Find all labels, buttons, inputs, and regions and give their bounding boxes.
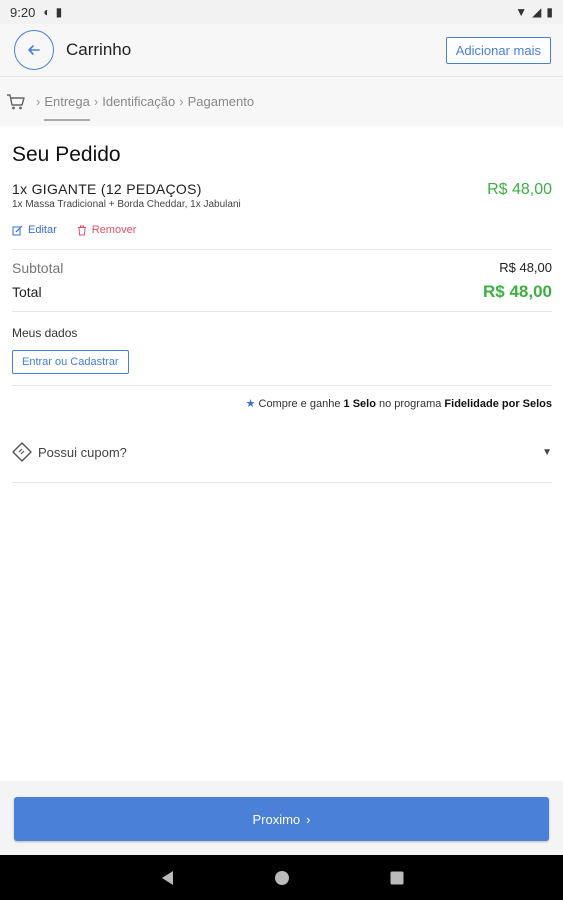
next-button[interactable]: Proximo › (14, 797, 549, 841)
arrow-left-icon (28, 45, 40, 55)
item-name: 1x GIGANTE (12 PEDAÇOS) (12, 181, 202, 197)
sync-icon: ◐ (43, 5, 51, 19)
loyalty-banner: ★ Compre e ganhe 1 Selo no programa Fide… (12, 397, 552, 410)
step-pagamento[interactable]: Pagamento (188, 94, 255, 109)
star-icon: ★ (245, 398, 256, 410)
login-register-button[interactable]: Entrar ou Cadastrar (12, 350, 129, 374)
step-identificacao[interactable]: Identificação (102, 94, 175, 109)
loyalty-middle: no programa (378, 398, 442, 410)
cart-icon (6, 93, 26, 111)
total-label: Total (12, 284, 42, 300)
app-header: Carrinho Adicionar mais (0, 24, 563, 76)
back-button[interactable] (14, 30, 54, 70)
status-bar: 9:20 ◐ ▮ ▼ ◢ ▮ (0, 0, 563, 24)
coupon-tag-icon (12, 442, 32, 462)
recents-nav-icon[interactable] (390, 871, 404, 885)
footer-bar: Proximo › (0, 781, 563, 855)
signal-icon: ◢ (532, 5, 542, 19)
status-time: 9:20 (10, 4, 36, 20)
divider (12, 385, 552, 386)
trash-icon (77, 225, 86, 235)
page-title: Carrinho (66, 40, 132, 59)
subtotal-value: R$ 48,00 (499, 260, 552, 275)
order-item: 1x GIGANTE (12 PEDAÇOS) 1x Massa Tradici… (12, 181, 552, 210)
item-actions: Editar Remover (12, 224, 552, 236)
loyalty-prefix: Compre e ganhe (258, 398, 341, 410)
item-price: R$ 48,00 (487, 181, 552, 198)
coupon-toggle[interactable]: Possui cupom? ▼ (12, 442, 552, 462)
checkout-steps: › Entrega › Identificação › Pagamento (0, 76, 563, 126)
coupon-label: Possui cupom? (38, 444, 127, 460)
loyalty-program: Fidelidade por Selos (444, 398, 552, 410)
remove-button[interactable]: Remover (77, 224, 137, 236)
divider (12, 249, 552, 250)
chevron-right-icon: › (306, 811, 311, 827)
loyalty-reward: 1 Selo (343, 398, 376, 410)
chevron-down-icon: ▼ (542, 446, 552, 458)
step-separator: › (93, 94, 99, 109)
status-right: ▼ ◢ ▮ (515, 5, 553, 19)
total-row: Total R$ 48,00 (12, 282, 552, 302)
divider (12, 482, 552, 483)
step-entrega[interactable]: Entrega (44, 94, 90, 121)
add-more-button[interactable]: Adicionar mais (445, 36, 551, 64)
remove-label: Remover (91, 224, 137, 236)
edit-label: Editar (28, 224, 57, 236)
item-info: 1x GIGANTE (12 PEDAÇOS) 1x Massa Tradici… (12, 181, 241, 210)
battery-icon: ▮ (546, 5, 553, 19)
home-nav-icon[interactable] (274, 870, 290, 886)
storage-icon: ▮ (55, 5, 63, 19)
subtotal-label: Subtotal (12, 260, 64, 276)
item-description: 1x Massa Tradicional + Borda Cheddar, 1x… (12, 199, 241, 210)
order-title: Seu Pedido (12, 143, 121, 166)
wifi-icon: ▼ (515, 5, 528, 19)
my-data-label: Meus dados (12, 326, 78, 340)
step-separator: › (179, 94, 184, 109)
step-separator: › (36, 94, 41, 109)
subtotal-row: Subtotal R$ 48,00 (12, 260, 552, 276)
edit-button[interactable]: Editar (12, 224, 57, 236)
next-label: Proximo (252, 811, 301, 827)
edit-icon (12, 225, 23, 235)
divider (12, 311, 552, 312)
cart-content: Seu Pedido 1x GIGANTE (12 PEDAÇOS) 1x Ma… (12, 126, 552, 483)
total-value: R$ 48,00 (483, 282, 552, 301)
back-nav-icon[interactable] (160, 870, 174, 886)
system-nav-bar (0, 855, 563, 900)
